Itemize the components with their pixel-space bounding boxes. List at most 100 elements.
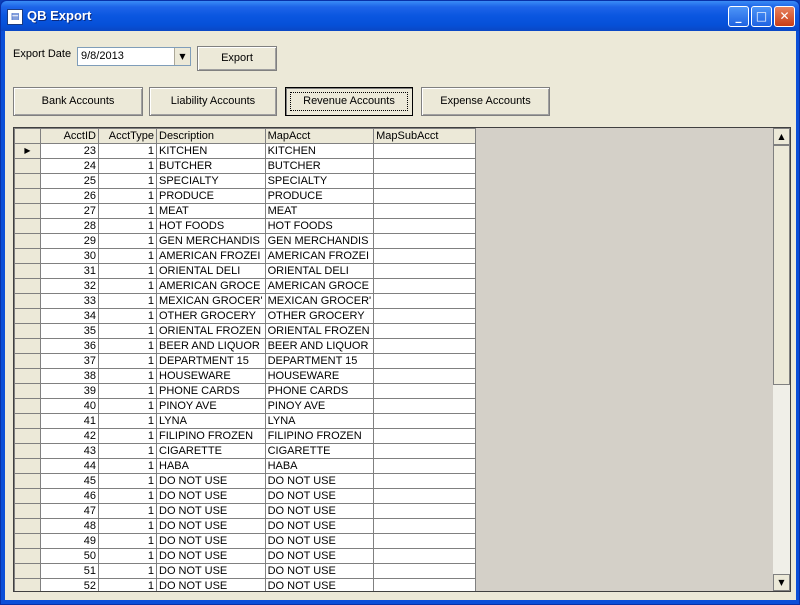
table-row[interactable]: 47 1 DO NOT USE DO NOT USE <box>14 503 477 519</box>
column-header-mapacct[interactable]: MapAcct <box>264 128 375 144</box>
row-selector[interactable] <box>14 578 41 591</box>
row-selector[interactable] <box>14 263 41 279</box>
table-row[interactable]: ▶ 23 1 KITCHEN KITCHEN <box>14 143 477 159</box>
cell-description[interactable]: DO NOT USE <box>156 488 266 504</box>
cell-mapacct[interactable]: ORIENTAL DELI <box>264 263 375 279</box>
cell-mapacct[interactable]: DO NOT USE <box>264 548 375 564</box>
cell-acctid[interactable]: 35 <box>40 323 99 339</box>
cell-mapsubacct[interactable] <box>373 428 477 444</box>
table-row[interactable]: 42 1 FILIPINO FROZEN FILIPINO FROZEN <box>14 428 477 444</box>
cell-accttype[interactable]: 1 <box>98 503 157 519</box>
liability-accounts-button[interactable]: Liability Accounts <box>149 87 277 116</box>
cell-mapacct[interactable]: FILIPINO FROZEN <box>264 428 375 444</box>
cell-acctid[interactable]: 51 <box>40 563 99 579</box>
cell-accttype[interactable]: 1 <box>98 263 157 279</box>
row-selector[interactable] <box>14 503 41 519</box>
cell-accttype[interactable]: 1 <box>98 413 157 429</box>
cell-accttype[interactable]: 1 <box>98 398 157 414</box>
column-header-accttype[interactable]: AcctType <box>98 128 157 144</box>
cell-acctid[interactable]: 41 <box>40 413 99 429</box>
cell-accttype[interactable]: 1 <box>98 443 157 459</box>
cell-mapacct[interactable]: PHONE CARDS <box>264 383 375 399</box>
table-row[interactable]: 44 1 HABA HABA <box>14 458 477 474</box>
cell-mapsubacct[interactable] <box>373 563 477 579</box>
title-bar[interactable]: ▤ QB Export _ □ ✕ <box>1 1 799 31</box>
vertical-scrollbar[interactable]: ▲ ▼ <box>772 128 790 591</box>
cell-mapacct[interactable]: DO NOT USE <box>264 488 375 504</box>
bank-accounts-button[interactable]: Bank Accounts <box>13 87 143 116</box>
maximize-button[interactable]: □ <box>751 6 772 27</box>
cell-description[interactable]: KITCHEN <box>156 143 266 159</box>
cell-accttype[interactable]: 1 <box>98 143 157 159</box>
cell-mapacct[interactable]: DEPARTMENT 15 <box>264 353 375 369</box>
close-button[interactable]: ✕ <box>774 6 795 27</box>
cell-accttype[interactable]: 1 <box>98 338 157 354</box>
cell-accttype[interactable]: 1 <box>98 533 157 549</box>
cell-description[interactable]: SPECIALTY <box>156 173 266 189</box>
table-row[interactable]: 34 1 OTHER GROCERY OTHER GROCERY <box>14 308 477 324</box>
cell-mapsubacct[interactable] <box>373 548 477 564</box>
cell-description[interactable]: PINOY AVE <box>156 398 266 414</box>
cell-mapsubacct[interactable] <box>373 458 477 474</box>
cell-mapsubacct[interactable] <box>373 443 477 459</box>
cell-acctid[interactable]: 42 <box>40 428 99 444</box>
cell-description[interactable]: MEXICAN GROCER' <box>156 293 266 309</box>
cell-accttype[interactable]: 1 <box>98 158 157 174</box>
table-row[interactable]: 24 1 BUTCHER BUTCHER <box>14 158 477 174</box>
cell-acctid[interactable]: 43 <box>40 443 99 459</box>
column-header-acctid[interactable]: AcctID <box>40 128 99 144</box>
scroll-up-icon[interactable]: ▲ <box>773 128 790 145</box>
cell-description[interactable]: DEPARTMENT 15 <box>156 353 266 369</box>
cell-acctid[interactable]: 52 <box>40 578 99 591</box>
cell-acctid[interactable]: 31 <box>40 263 99 279</box>
cell-mapsubacct[interactable] <box>373 263 477 279</box>
table-row[interactable]: 37 1 DEPARTMENT 15 DEPARTMENT 15 <box>14 353 477 369</box>
cell-acctid[interactable]: 32 <box>40 278 99 294</box>
cell-accttype[interactable]: 1 <box>98 458 157 474</box>
export-date-combo[interactable]: 9/8/2013 ▼ <box>77 47 191 66</box>
cell-mapacct[interactable]: CIGARETTE <box>264 443 375 459</box>
cell-mapsubacct[interactable] <box>373 308 477 324</box>
cell-mapacct[interactable]: DO NOT USE <box>264 518 375 534</box>
cell-acctid[interactable]: 27 <box>40 203 99 219</box>
cell-mapsubacct[interactable] <box>373 248 477 264</box>
cell-accttype[interactable]: 1 <box>98 233 157 249</box>
cell-mapacct[interactable]: BEER AND LIQUOR <box>264 338 375 354</box>
cell-accttype[interactable]: 1 <box>98 548 157 564</box>
cell-description[interactable]: DO NOT USE <box>156 533 266 549</box>
row-selector[interactable] <box>14 443 41 459</box>
column-header-mapsubacct[interactable]: MapSubAcct <box>373 128 477 144</box>
cell-mapsubacct[interactable] <box>373 398 477 414</box>
cell-mapsubacct[interactable] <box>373 188 477 204</box>
table-row[interactable]: 45 1 DO NOT USE DO NOT USE <box>14 473 477 489</box>
table-row[interactable]: 29 1 GEN MERCHANDIS GEN MERCHANDIS <box>14 233 477 249</box>
row-selector[interactable] <box>14 293 41 309</box>
cell-acctid[interactable]: 36 <box>40 338 99 354</box>
table-row[interactable]: 46 1 DO NOT USE DO NOT USE <box>14 488 477 504</box>
table-row[interactable]: 28 1 HOT FOODS HOT FOODS <box>14 218 477 234</box>
cell-accttype[interactable]: 1 <box>98 218 157 234</box>
row-selector[interactable] <box>14 488 41 504</box>
cell-acctid[interactable]: 48 <box>40 518 99 534</box>
cell-mapsubacct[interactable] <box>373 338 477 354</box>
cell-mapsubacct[interactable] <box>373 473 477 489</box>
scroll-thumb[interactable] <box>773 145 790 385</box>
row-selector[interactable] <box>14 203 41 219</box>
cell-description[interactable]: DO NOT USE <box>156 518 266 534</box>
cell-description[interactable]: DO NOT USE <box>156 563 266 579</box>
cell-mapacct[interactable]: AMERICAN GROCE <box>264 278 375 294</box>
cell-accttype[interactable]: 1 <box>98 578 157 591</box>
table-row[interactable]: 48 1 DO NOT USE DO NOT USE <box>14 518 477 534</box>
accounts-grid[interactable]: AcctID AcctType Description MapAcct MapS… <box>13 127 791 592</box>
cell-mapacct[interactable]: KITCHEN <box>264 143 375 159</box>
cell-accttype[interactable]: 1 <box>98 173 157 189</box>
chevron-down-icon[interactable]: ▼ <box>174 48 190 65</box>
table-row[interactable]: 26 1 PRODUCE PRODUCE <box>14 188 477 204</box>
export-button[interactable]: Export <box>197 46 277 71</box>
table-row[interactable]: 39 1 PHONE CARDS PHONE CARDS <box>14 383 477 399</box>
cell-acctid[interactable]: 30 <box>40 248 99 264</box>
cell-accttype[interactable]: 1 <box>98 278 157 294</box>
row-selector[interactable] <box>14 278 41 294</box>
cell-description[interactable]: LYNA <box>156 413 266 429</box>
row-selector[interactable] <box>14 338 41 354</box>
